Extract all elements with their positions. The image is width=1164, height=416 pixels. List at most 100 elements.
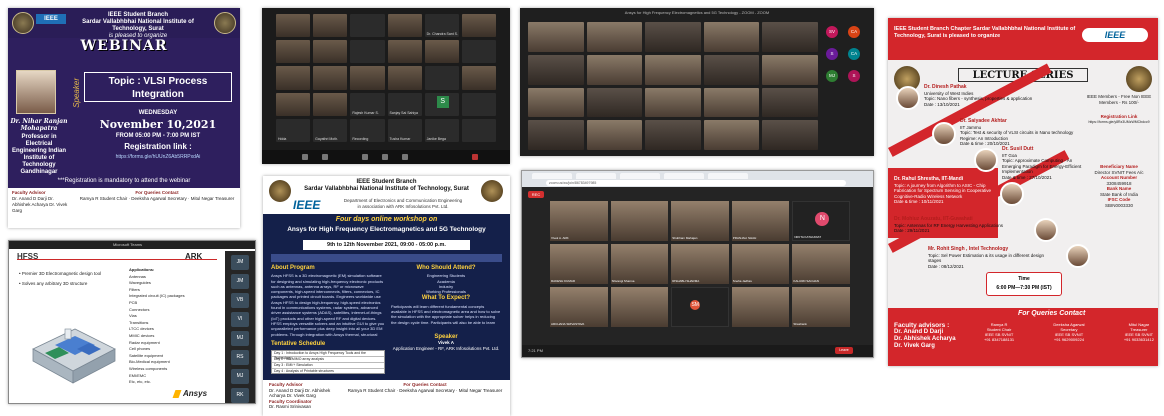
faculty-advisor-label: Faculty Advisor [12,190,46,195]
participant-tile [461,40,496,64]
participant-tile [461,14,496,38]
share-screen-icon[interactable] [402,154,408,160]
participant-grid: Vivek A. ARK Shubham Mahajan PRANJALI SH… [550,201,850,327]
hfss-presentation-screenshot: Microsoft Teams HFSS ARK • Premier 3D El… [8,240,256,404]
participant-name: Vivek A. ARK [551,236,569,240]
participant-tile [313,66,348,90]
participant-tile [586,120,643,150]
participant-avatar[interactable]: MJ [231,331,249,346]
participant-tile [528,54,584,85]
participant-tile: Shubham Mahajan [671,201,729,241]
contacts: Ramya R Student Chair · Deeksha Agarwal … [79,196,235,201]
title-divider [17,259,217,260]
workshop-dates: 9th to 12th November 2021, 09:00 - 05:00… [303,240,470,250]
address-bar[interactable]: zoom.us/wc/join/86783497985 [546,180,846,186]
participant-tile: RAKESH KUMAR [550,244,608,284]
chat-icon[interactable] [382,154,388,160]
participant-tile [461,66,496,90]
talk-date: Date : 29/11/2021 [894,228,930,233]
participant-tile [645,120,701,150]
contact-list: Ramya R Student Chair IEEE SB SVNIT +91 … [984,322,1154,342]
participant-avatar[interactable]: VB [231,293,249,308]
participant-tile: Vivek A. ARK [550,201,608,241]
browser-tab[interactable] [576,173,616,179]
participant-tile: Gayathri Moth. [313,118,348,142]
ieee-logo: IEEE [1082,28,1148,42]
hfss-3d-model [32,328,116,384]
schedule-title: Tentative Schedule [271,341,326,347]
participant-avatar[interactable]: MJ [231,369,249,384]
queries-label: For Queries Contact [403,382,447,387]
participant-name: RAKESH KUMAR [551,279,576,283]
participant-avatar[interactable]: VI [231,312,249,327]
participant-chip[interactable]: CA [848,26,860,38]
application-item: Etc, etc, etc. [129,379,152,385]
participant-chip[interactable]: MJ [826,70,838,82]
application-item: Transitions [129,319,149,325]
participant-tile [528,87,584,118]
participant-chip[interactable]: SV [826,26,838,38]
participant-name: Tusha Kumar [389,137,411,141]
participant-avatar[interactable]: JM [231,274,249,289]
participant-chip[interactable]: S [826,48,838,60]
participant-chip[interactable]: CA [848,48,860,60]
participants-icon[interactable] [362,154,368,160]
browser-zoom-screenshot: zoom.us/wc/join/86783497985 REC Vivek A.… [521,170,874,358]
end-call-icon[interactable] [472,154,478,160]
participant-tile [645,87,701,118]
participant-tile [313,40,348,64]
recording-indicator: REC [528,191,544,198]
expect-text: Participants will learn different fundam… [391,303,501,326]
webinar-poster: IEEE IEEE Student Branch Sardar Vallabhb… [8,8,240,228]
participant-tile [586,54,643,85]
speaker-role: Application Engineer - RF, ARK Infosolut… [392,346,500,351]
mute-icon[interactable] [302,154,308,160]
about-program: About Program Ansys HFSS is a 3D electro… [271,265,385,337]
association-text: in association with ARK Infosolutions Pv… [357,204,449,209]
participant-avatar[interactable]: JM [231,255,249,270]
workshop-kind: Four days online workshop on [263,216,510,223]
participant-avatar[interactable]: RK [231,388,249,403]
faculty-advisor-label: Faculty Advisor [269,382,303,387]
leave-button[interactable]: Leave [835,347,853,354]
beneficiary-label: Beneficiary Name [1100,164,1138,169]
talk-date: Date & time : 10/11/2021 [894,199,944,204]
clock: 7:21 PM [528,348,543,353]
registration-link[interactable]: https://forms.gle/hUUnZ6Ab5RRPxdAi [84,154,232,160]
time-label: Time [1018,276,1030,282]
participant-tile [586,22,643,52]
participant-avatar[interactable]: RS [231,350,249,365]
participant-tile [276,92,311,116]
participant-tile: Recording [350,118,385,142]
application-item: Bio-Medical equipment [129,359,170,365]
faculty-names: Dr. Anand D Darji Dr. Abhishek Acharya D… [269,387,331,399]
registration-link[interactable]: https://forms.gle/y8Rz3UMzWMCbdcc9 [1084,120,1154,126]
participant-tile [313,14,348,38]
bullet-text: Solves any arbitrary 3D structure [21,281,88,286]
ieee-logo: IEEE [36,14,66,24]
applications-list: Applications: Antennas Waveguides Filter… [129,267,185,386]
video-icon[interactable] [322,154,328,160]
coordinator-label: Faculty Coordinator [269,398,312,404]
application-item: MMIC devices [129,332,155,338]
application-item: Waveguides [129,280,151,286]
application-item: Connectors [129,306,150,312]
speaker-info: Dr. Nihar Ranjan Mohapatra Professor in … [10,118,68,176]
browser-tab[interactable] [664,173,704,179]
speaker-photo [1034,218,1058,242]
faculty-advisor-names: Dr. Anand D Darji Dr. Abhishek Acharya D… [12,196,68,213]
browser-tab[interactable] [532,173,572,179]
faculty-block: Faculty Advisor Dr. Anand D Darji Dr. Ab… [269,382,341,410]
queries-label: For Queries Contact [135,190,179,195]
participant-tile: Rajesh Kumar S. [350,92,385,116]
date-block: WEDNESDAY November 10,2021 FROM 05:00 PM… [84,108,232,142]
browser-tab[interactable] [708,173,748,179]
ieee-seal-icon [481,180,503,202]
svnit-seal-icon [12,12,34,34]
participant-chip[interactable]: S [848,70,860,82]
participant-tile [610,287,669,327]
participant-tile [461,92,496,116]
window-title: Ansys for High Frequency Electromagnetic… [624,10,770,15]
about-text: Ansys HFSS is a 3D electromagnetic (EM) … [271,273,385,337]
browser-tab[interactable] [620,173,660,179]
